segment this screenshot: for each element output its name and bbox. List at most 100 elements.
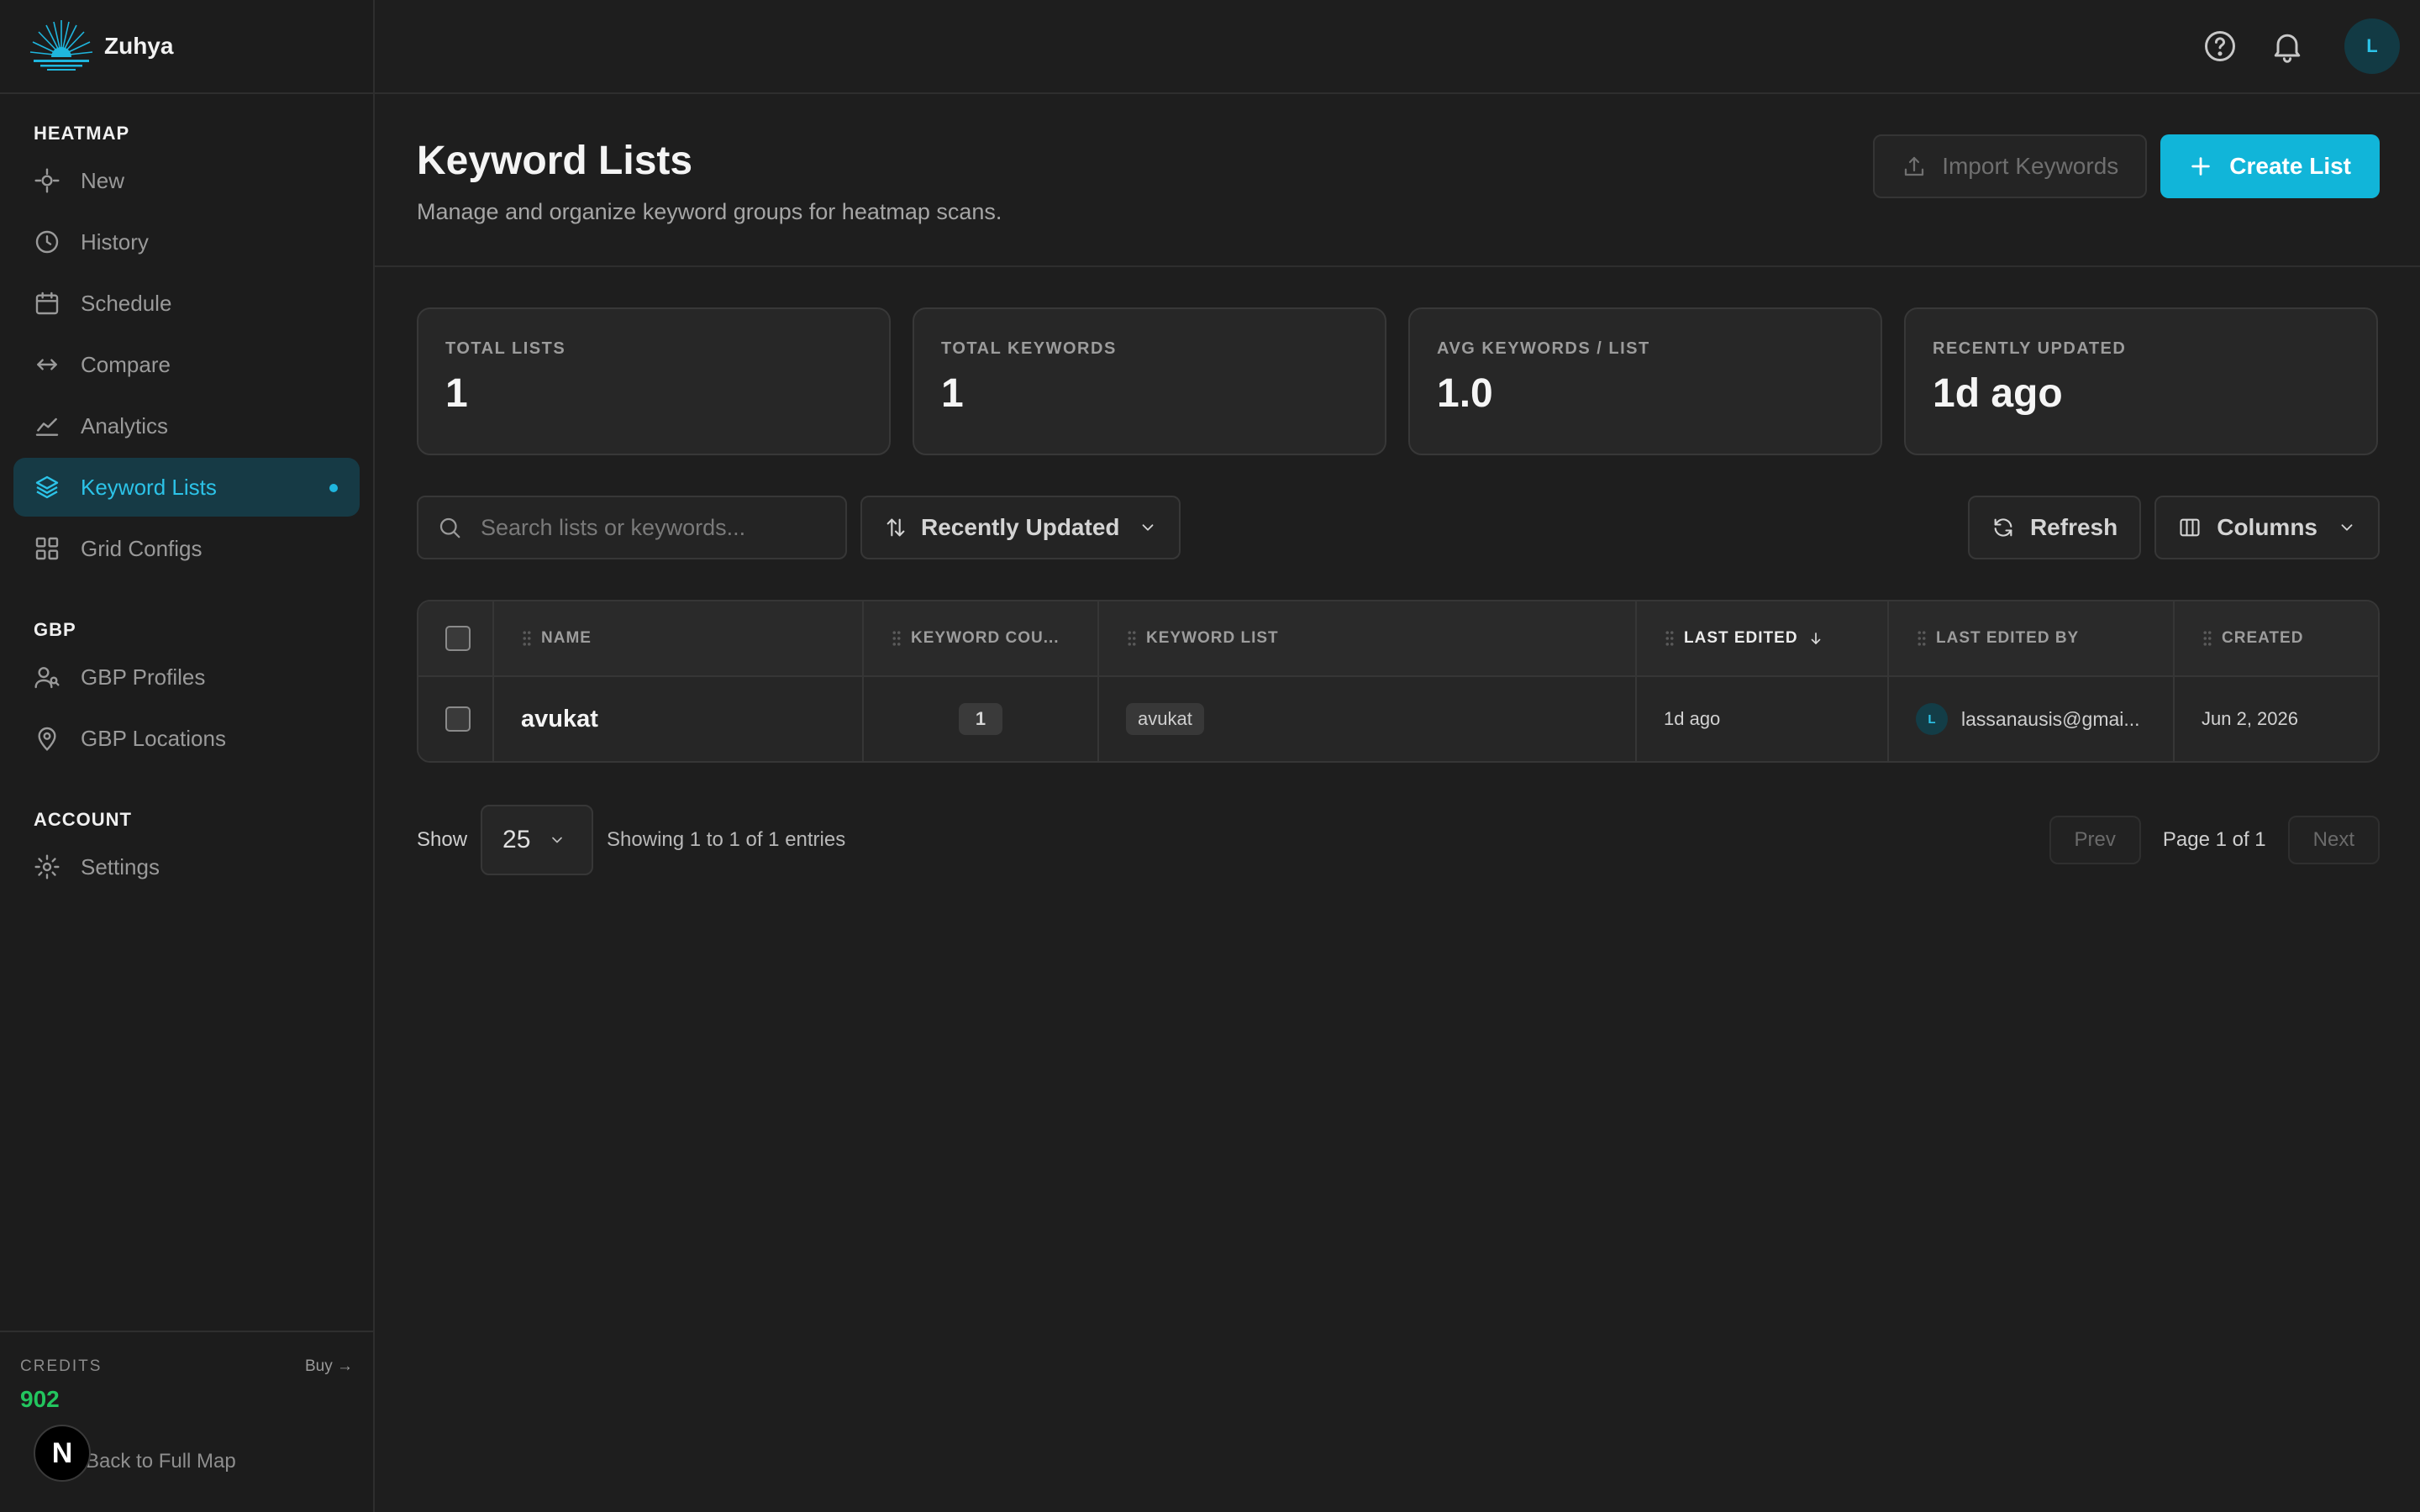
sidebar-item-label: GBP Profiles	[81, 664, 206, 690]
sidebar-item-label: Settings	[81, 853, 160, 879]
topbar: L	[375, 0, 2420, 94]
table-header-row: NAME KEYWORD COU... KEYWORD LIST LAST ED…	[418, 601, 2378, 677]
next-page-button[interactable]: Next	[2287, 816, 2380, 864]
drag-handle-icon[interactable]	[891, 629, 902, 648]
stat-card-total-lists: TOTAL LISTS 1	[417, 307, 891, 455]
sunrise-logo-icon	[29, 20, 93, 71]
credits-label: CREDITS	[20, 1357, 103, 1375]
stat-card-avg-keywords: AVG KEYWORDS / LIST 1.0	[1408, 307, 1882, 455]
users-icon	[34, 667, 60, 689]
columns-dropdown[interactable]: Columns	[2154, 496, 2380, 559]
sort-arrows-icon	[886, 518, 905, 537]
calendar-icon	[35, 291, 59, 315]
drag-handle-icon[interactable]	[2202, 629, 2213, 648]
select-all-checkbox[interactable]	[445, 626, 471, 651]
back-to-full-map-link[interactable]: Back to Full Map	[86, 1450, 236, 1473]
sidebar-item-analytics[interactable]: Analytics	[13, 396, 360, 455]
user-avatar[interactable]: L	[2344, 18, 2400, 74]
sidebar-item-grid-configs[interactable]: Grid Configs	[13, 519, 360, 578]
column-header-label: KEYWORD COU...	[911, 629, 1060, 647]
sidebar-item-gbp-profiles[interactable]: GBP Profiles	[13, 648, 360, 706]
editor-avatar: L	[1916, 703, 1948, 735]
drag-handle-icon[interactable]	[521, 629, 533, 648]
page-indicator: Page 1 of 1	[2162, 828, 2266, 851]
cell-created: Jun 2, 2026	[2202, 708, 2298, 729]
arrows-horizontal-icon	[37, 359, 57, 370]
sidebar-item-label: Compare	[81, 351, 171, 377]
column-header-last-edited[interactable]: LAST EDITED	[1637, 601, 1889, 675]
stat-value: 1d ago	[1933, 371, 2063, 416]
stat-value: 1	[941, 371, 964, 416]
bell-icon	[2274, 34, 2301, 63]
map-pin-icon	[38, 727, 56, 752]
create-list-button[interactable]: Create List	[2160, 134, 2380, 198]
nav-section-account: ACCOUNT Settings	[0, 770, 373, 896]
help-button[interactable]	[2202, 28, 2238, 65]
help-circle-icon	[2205, 31, 2235, 61]
cell-keyword-list: avukat	[1099, 677, 1637, 761]
column-header-name[interactable]: NAME	[494, 601, 864, 675]
column-header-created[interactable]: CREATED	[2175, 601, 2378, 675]
show-label: Show	[417, 828, 468, 851]
refresh-button[interactable]: Refresh	[1967, 496, 2142, 559]
stat-value: 1.0	[1437, 371, 1493, 416]
column-header-keyword-count[interactable]: KEYWORD COU...	[864, 601, 1099, 675]
chevron-down-icon	[2341, 524, 2353, 531]
sort-label: Recently Updated	[921, 514, 1120, 540]
sidebar-item-keyword-lists[interactable]: Keyword Lists	[13, 458, 360, 517]
column-header-keyword-list[interactable]: KEYWORD LIST	[1099, 601, 1637, 675]
clock-icon	[35, 230, 59, 254]
drag-handle-icon[interactable]	[1916, 629, 1928, 648]
page-size-select[interactable]: 25	[481, 805, 594, 875]
arrow-down-icon	[1811, 633, 1820, 644]
sidebar-item-gbp-locations[interactable]: GBP Locations	[13, 709, 360, 768]
import-keywords-button[interactable]: Import Keywords	[1873, 134, 2148, 198]
sort-dropdown[interactable]: Recently Updated	[860, 496, 1181, 559]
table-row[interactable]: avukat 1 avukat 1d ago L lassanausis@gma…	[418, 677, 2378, 761]
crosshair-icon	[34, 168, 60, 193]
column-header-label: KEYWORD LIST	[1146, 629, 1279, 647]
sidebar-item-label: Schedule	[81, 290, 172, 316]
columns-label: Columns	[2217, 514, 2317, 540]
keyword-chip: avukat	[1126, 703, 1204, 735]
column-header-label: CREATED	[2222, 629, 2304, 647]
grid-icon	[35, 537, 59, 560]
sidebar-item-label: Keyword Lists	[81, 474, 217, 500]
sidebar: Zuhya HEATMAP New History Schedule Compa…	[0, 0, 375, 1512]
column-header-label: LAST EDITED	[1684, 629, 1798, 647]
sidebar-item-new[interactable]: New	[13, 151, 360, 210]
prev-page-button[interactable]: Prev	[2049, 816, 2141, 864]
layers-icon	[35, 475, 59, 499]
sidebar-item-history[interactable]: History	[13, 213, 360, 271]
nav-heading-heatmap: HEATMAP	[34, 123, 130, 144]
row-checkbox[interactable]	[445, 706, 471, 732]
main-content: L Keyword Lists Manage and organize keyw…	[375, 0, 2420, 1512]
stats-row: TOTAL LISTS 1 TOTAL KEYWORDS 1 AVG KEYWO…	[375, 267, 2420, 455]
columns-icon	[2180, 518, 2200, 537]
buy-credits-link[interactable]: Buy →	[305, 1357, 353, 1376]
chevron-down-icon	[1142, 524, 1153, 531]
brand[interactable]: Zuhya	[0, 0, 373, 94]
stat-card-recently-updated: RECENTLY UPDATED 1d ago	[1904, 307, 2378, 455]
gear-icon	[34, 854, 60, 879]
sidebar-item-settings[interactable]: Settings	[13, 837, 360, 896]
column-header-last-edited-by[interactable]: LAST EDITED BY	[1889, 601, 2175, 675]
drag-handle-icon[interactable]	[1126, 629, 1138, 648]
upload-icon	[1905, 156, 1924, 176]
table-toolbar: Recently Updated Refresh Columns	[375, 455, 2420, 559]
cell-last-edited-by: L lassanausis@gmai...	[1889, 677, 2175, 761]
search-input[interactable]	[481, 514, 834, 541]
sidebar-item-label: History	[81, 228, 149, 255]
dev-badge[interactable]: N	[34, 1425, 91, 1482]
header-select-cell	[418, 601, 494, 675]
sidebar-item-schedule[interactable]: Schedule	[13, 274, 360, 333]
page-subtitle: Manage and organize keyword groups for h…	[417, 199, 1002, 224]
page-size-value: 25	[502, 826, 531, 853]
sidebar-item-compare[interactable]: Compare	[13, 335, 360, 394]
drag-handle-icon[interactable]	[1664, 629, 1676, 648]
import-keywords-label: Import Keywords	[1942, 153, 2119, 179]
brand-name: Zuhya	[104, 33, 174, 59]
entries-summary: Showing 1 to 1 of 1 entries	[607, 828, 846, 851]
list-name[interactable]: avukat	[521, 706, 598, 733]
notifications-button[interactable]	[2269, 28, 2306, 65]
